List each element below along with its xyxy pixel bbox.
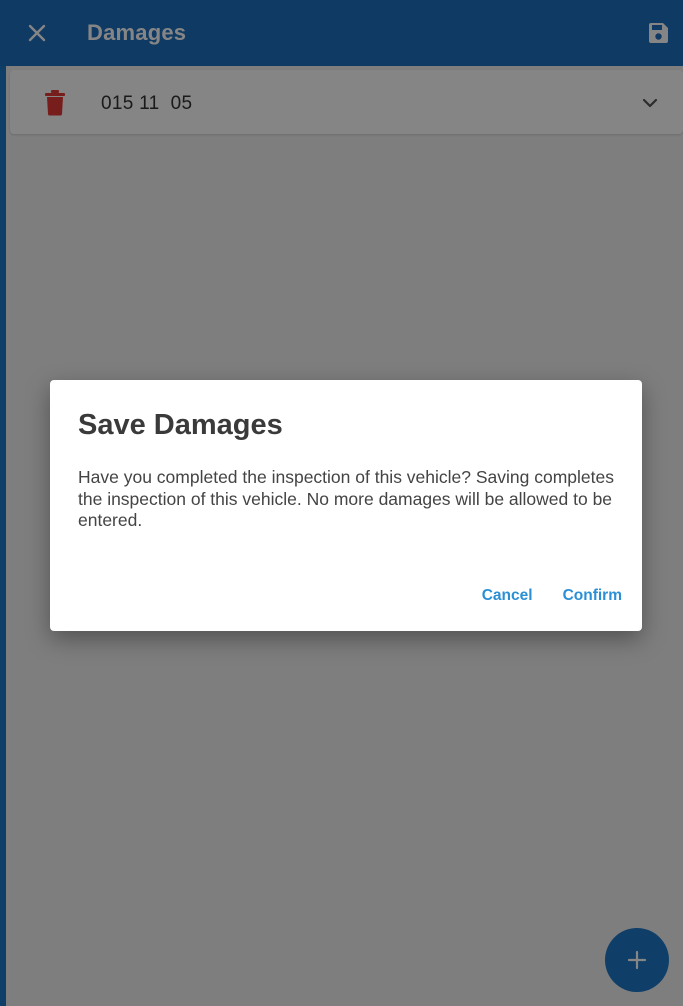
damages-screen: Damages 015 11 05 Save Damages Have you … — [0, 0, 683, 1006]
save-damages-dialog: Save Damages Have you completed the insp… — [50, 380, 642, 631]
dialog-message: Have you completed the inspection of thi… — [78, 467, 614, 530]
dialog-actions: Cancel Confirm — [482, 587, 622, 605]
dialog-title: Save Damages — [78, 409, 283, 441]
cancel-button[interactable]: Cancel — [482, 587, 533, 605]
confirm-button[interactable]: Confirm — [563, 587, 622, 605]
